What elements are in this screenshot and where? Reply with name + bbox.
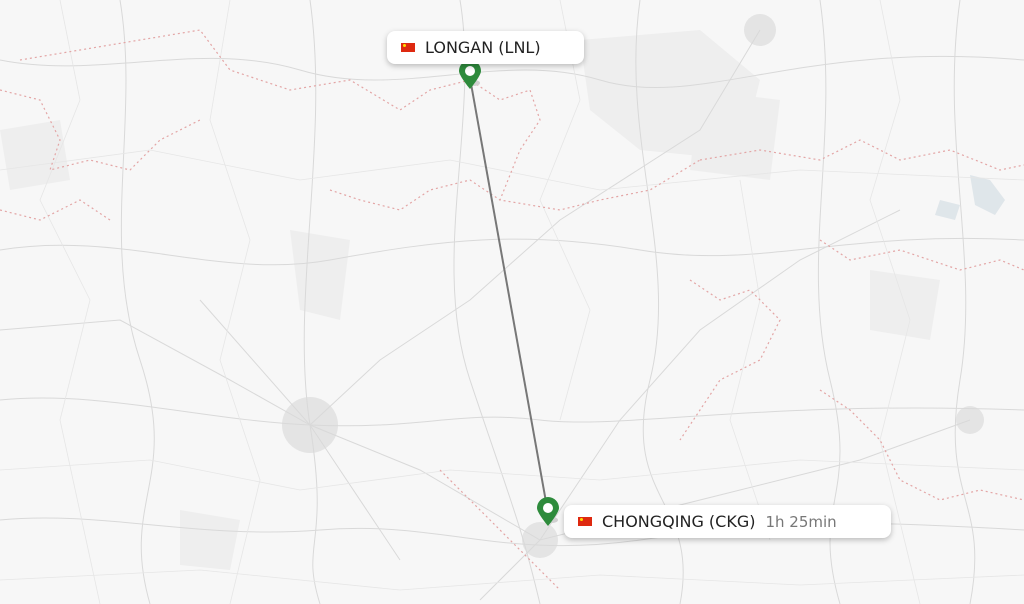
origin-airport-name: LONGAN (LNL) bbox=[425, 38, 541, 57]
china-flag-icon bbox=[401, 43, 415, 52]
destination-location-pin-icon[interactable] bbox=[535, 497, 561, 527]
flight-route-line bbox=[469, 77, 549, 514]
china-flag-icon bbox=[578, 517, 592, 526]
destination-airport-name: CHONGQING (CKG) bbox=[602, 512, 756, 531]
destination-airport-label[interactable]: CHONGQING (CKG) 1h 25min bbox=[564, 505, 891, 538]
flight-duration: 1h 25min bbox=[765, 512, 837, 531]
flight-route-map[interactable]: LONGAN (LNL) CHONGQING (CKG) 1h 25min bbox=[0, 0, 1024, 604]
origin-location-pin-icon[interactable] bbox=[457, 60, 483, 90]
origin-airport-label[interactable]: LONGAN (LNL) bbox=[387, 31, 584, 64]
